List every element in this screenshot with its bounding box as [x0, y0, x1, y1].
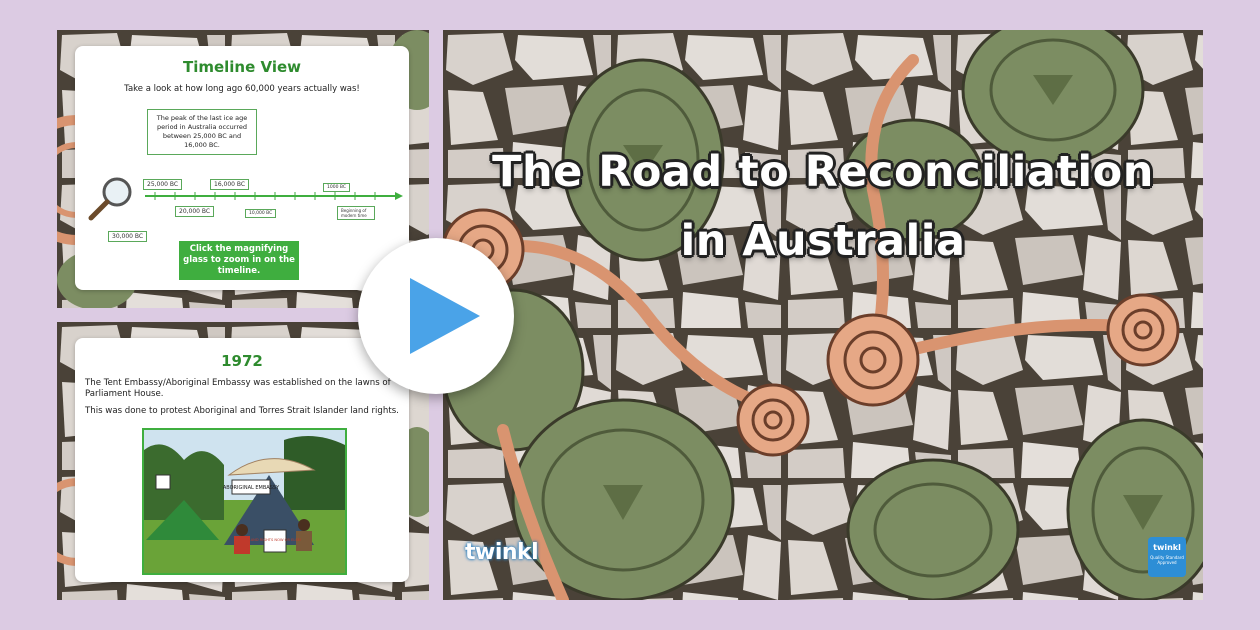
timeline-callout: The peak of the last ice age period in A…	[147, 109, 257, 155]
tent-embassy-illustration: ABORIGINAL EMBASSY LAND RIGHTS NOW OR EL…	[142, 428, 347, 575]
sign-embassy: ABORIGINAL EMBASSY	[223, 485, 280, 491]
slide-subtitle: Take a look at how long ago 60,000 years…	[124, 84, 360, 94]
quality-badge-icon: twinkl Quality Standard Approved	[1148, 537, 1186, 577]
magnifying-glass-icon[interactable]	[87, 174, 137, 224]
timeline-label-10000: 10,000 BC	[245, 209, 277, 218]
play-icon	[410, 278, 480, 354]
slide-paragraph-2: This was done to protest Aboriginal and …	[85, 406, 399, 416]
timeline-label-1000: 1000 BC	[323, 183, 351, 192]
main-title-line-1: The Road to Reconciliation	[492, 147, 1154, 197]
timeline-label-20000: 20,000 BC	[175, 206, 215, 217]
badge-title: twinkl	[1153, 543, 1181, 552]
zoom-instruction-button[interactable]: Click the magnifying glass to zoom in on…	[179, 241, 299, 280]
slide-title: Timeline View	[182, 58, 302, 76]
timeline-label-30000: 30,000 BC	[108, 231, 148, 242]
badge-subtitle: Quality Standard Approved	[1150, 555, 1184, 565]
play-button[interactable]	[358, 238, 514, 394]
aboriginal-artwork-background	[443, 30, 1203, 600]
main-slide-preview[interactable]: The Road to Reconciliation in Australia …	[443, 30, 1203, 600]
main-title-line-2: in Australia	[680, 216, 966, 266]
sign-land-rights: LAND RIGHTS NOW OR ELSE!	[249, 538, 302, 542]
timeline-label-modern: Beginning of modern time	[337, 206, 375, 220]
slide-paragraph-1: The Tent Embassy/Aboriginal Embassy was …	[85, 378, 391, 399]
twinkl-logo: twinkl	[465, 540, 539, 565]
timeline-label-16000: 16,000 BC	[210, 179, 250, 190]
timeline-label-25000: 25,000 BC	[143, 179, 183, 190]
